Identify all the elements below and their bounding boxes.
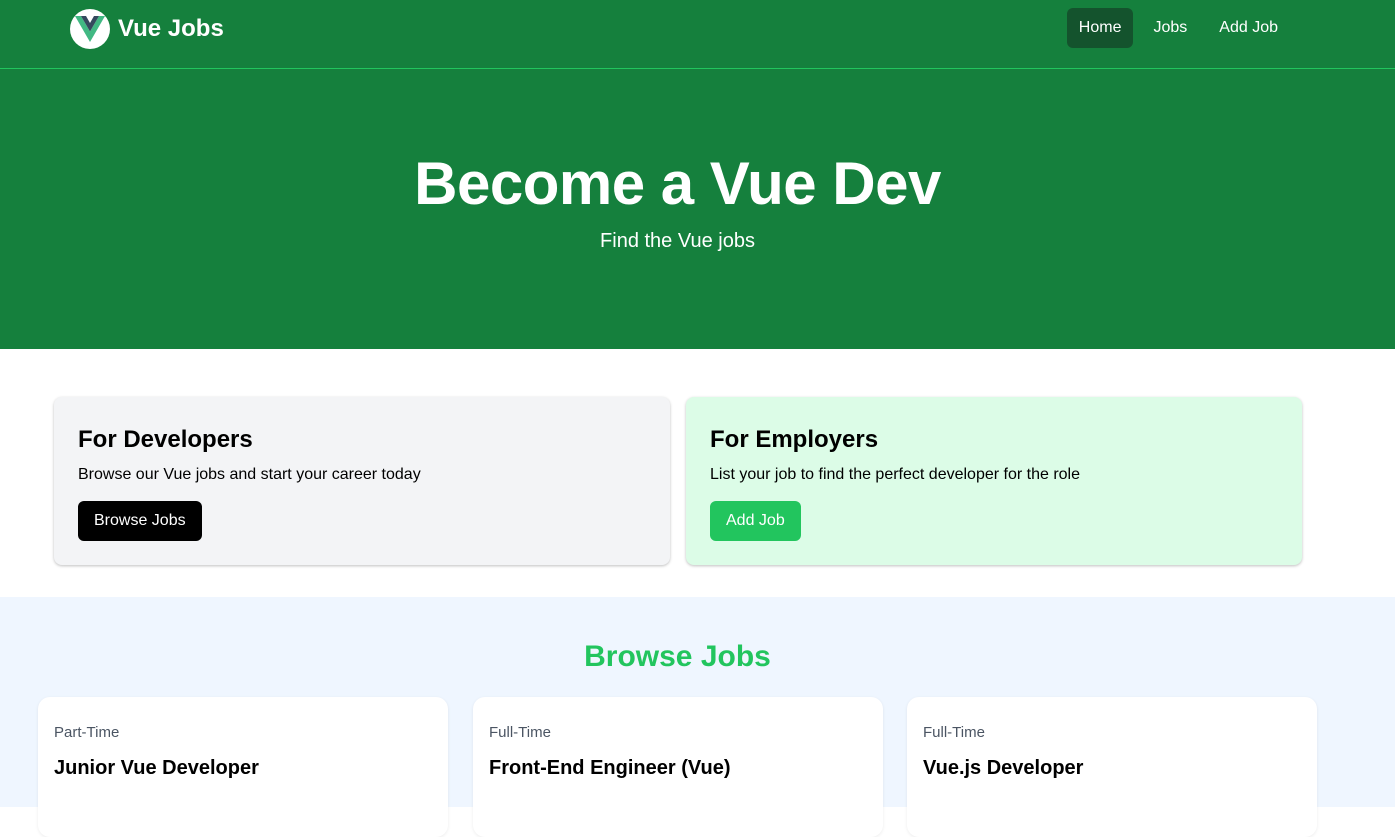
brand-name: Vue Jobs: [118, 15, 224, 42]
browse-jobs-section: Browse Jobs Part-Time Junior Vue Develop…: [0, 597, 1395, 837]
employers-card: For Employers List your job to find the …: [686, 397, 1302, 565]
navbar: Vue Jobs Home Jobs Add Job: [0, 0, 1395, 69]
developers-card-text: Browse our Vue jobs and start your caree…: [78, 466, 421, 483]
browse-jobs-button[interactable]: Browse Jobs: [78, 501, 202, 541]
cards-section: For Developers Browse our Vue jobs and s…: [0, 349, 1395, 597]
nav-link-jobs[interactable]: Jobs: [1141, 8, 1199, 48]
add-job-button[interactable]: Add Job: [710, 501, 801, 541]
developers-card: For Developers Browse our Vue jobs and s…: [54, 397, 670, 565]
browse-jobs-heading: Browse Jobs: [584, 640, 771, 673]
nav-link-add-job[interactable]: Add Job: [1207, 8, 1290, 48]
vue-logo-icon: [70, 9, 110, 49]
hero-subtitle: Find the Vue jobs: [600, 230, 755, 252]
job-title: Vue.js Developer: [923, 757, 1084, 779]
job-type: Full-Time: [489, 724, 551, 741]
job-title: Junior Vue Developer: [54, 757, 259, 779]
job-type: Full-Time: [923, 724, 985, 741]
nav-link-home[interactable]: Home: [1066, 8, 1134, 48]
brand-link[interactable]: Vue Jobs: [70, 9, 224, 49]
employers-card-title: For Employers: [710, 426, 879, 453]
job-card[interactable]: Full-Time Vue.js Developer: [907, 697, 1317, 837]
job-card[interactable]: Part-Time Junior Vue Developer: [38, 697, 448, 837]
developers-card-title: For Developers: [78, 426, 253, 453]
hero-section: Become a Vue Dev Find the Vue jobs: [0, 69, 1395, 349]
nav-links: Home Jobs Add Job: [1066, 8, 1290, 48]
job-title: Front-End Engineer (Vue): [489, 757, 731, 779]
employers-card-text: List your job to find the perfect develo…: [710, 466, 1080, 483]
job-type: Part-Time: [54, 724, 120, 741]
job-card[interactable]: Full-Time Front-End Engineer (Vue): [473, 697, 883, 837]
hero-title: Become a Vue Dev: [414, 150, 941, 217]
